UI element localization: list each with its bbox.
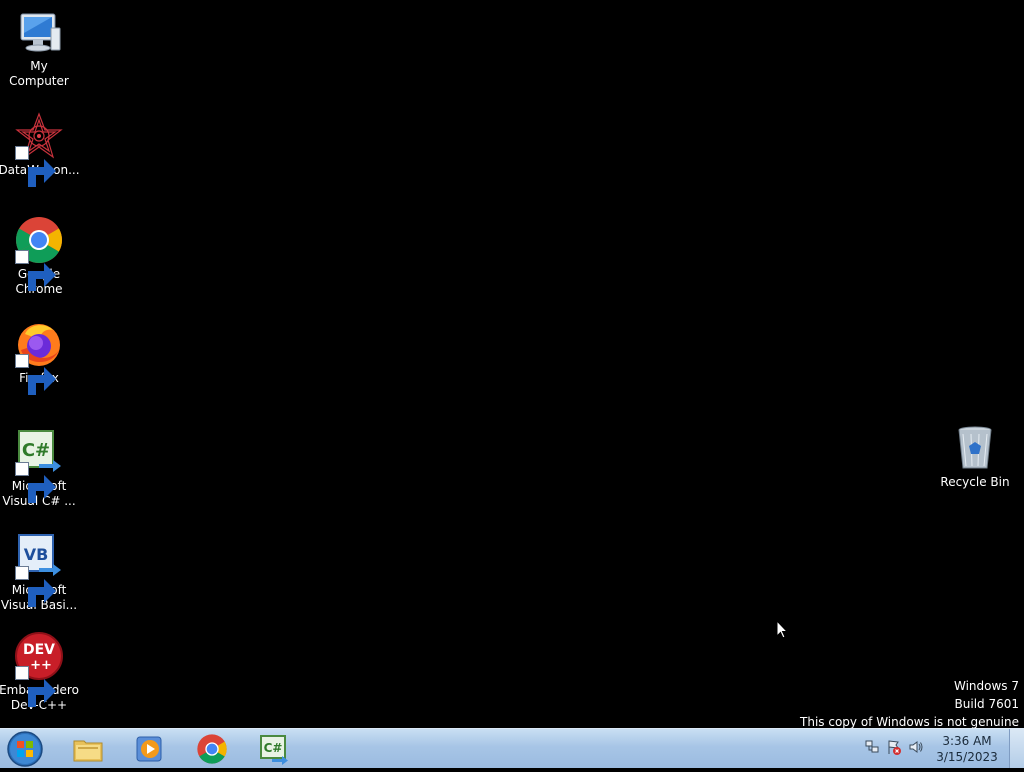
taskbar-item-chrome[interactable] bbox=[186, 731, 238, 767]
visual-csharp-icon: C# bbox=[260, 735, 288, 765]
taskbar-item-media-player[interactable] bbox=[124, 731, 176, 767]
desktop-icon-google-chrome[interactable]: Google Chrome bbox=[0, 216, 78, 297]
mouse-cursor-icon bbox=[776, 619, 789, 640]
firefox-icon bbox=[15, 320, 63, 395]
watermark-os: Windows 7 bbox=[953, 679, 1019, 693]
network-icon[interactable] bbox=[864, 739, 880, 755]
action-center-flag-icon[interactable] bbox=[886, 739, 902, 755]
shortcut-arrow-icon bbox=[15, 666, 56, 707]
desktop: My Computer DataWagon... bbox=[0, 0, 1024, 731]
taskbar-item-windows-explorer[interactable] bbox=[62, 731, 114, 767]
desktop-icon-visual-csharp[interactable]: C# Microsoft Visual C# ... bbox=[0, 428, 78, 509]
shortcut-arrow-icon bbox=[15, 146, 56, 187]
visual-basic-icon: VB bbox=[15, 532, 63, 607]
recycle-bin-icon bbox=[951, 424, 999, 472]
desktop-icon-label: My Computer bbox=[9, 59, 69, 88]
desktop-icon-recycle-bin[interactable]: Recycle Bin bbox=[936, 424, 1014, 490]
media-player-icon bbox=[136, 736, 162, 762]
desktop-icon-devcpp[interactable]: DEV ++ Embarcadero Dev-C++ bbox=[0, 632, 79, 713]
computer-icon bbox=[15, 8, 63, 56]
devcpp-icon: DEV ++ bbox=[15, 632, 63, 707]
show-desktop-button[interactable] bbox=[1009, 729, 1024, 768]
desktop-icon-firefox[interactable]: Firefox bbox=[0, 320, 78, 395]
shortcut-arrow-icon bbox=[15, 462, 56, 503]
vb-glyph: VB bbox=[24, 545, 49, 564]
watermark-build: Build 7601 bbox=[954, 697, 1019, 711]
folder-icon bbox=[73, 740, 103, 762]
dev-glyph: DEV bbox=[23, 642, 55, 658]
windows-watermark: Windows 7 Build 7601 This copy of Window… bbox=[800, 677, 1019, 731]
desktop-icon-label: Recycle Bin bbox=[940, 475, 1010, 489]
clock-date: 3/15/2023 bbox=[936, 750, 998, 764]
taskbar-item-visual-csharp[interactable]: C# bbox=[248, 731, 300, 767]
start-button[interactable] bbox=[4, 729, 46, 769]
chrome-icon bbox=[197, 734, 227, 764]
shortcut-arrow-icon bbox=[15, 250, 56, 291]
desktop-icon-my-computer[interactable]: My Computer bbox=[0, 8, 78, 89]
shortcut-arrow-icon bbox=[15, 354, 56, 395]
shortcut-arrow-icon bbox=[15, 566, 56, 607]
datawagon-icon bbox=[15, 112, 63, 187]
csharp-glyph: C# bbox=[264, 741, 283, 755]
system-tray bbox=[864, 739, 924, 755]
taskbar-clock[interactable]: 3:36 AM 3/15/2023 bbox=[932, 733, 1002, 765]
csharp-glyph: C# bbox=[22, 440, 50, 461]
windows-logo-icon bbox=[7, 731, 43, 767]
desktop-icon-datawagon[interactable]: DataWagon... bbox=[0, 112, 80, 187]
visual-csharp-icon: C# bbox=[15, 428, 63, 503]
clock-time: 3:36 AM bbox=[942, 734, 992, 748]
volume-icon[interactable] bbox=[908, 739, 924, 755]
desktop-icon-visual-basic[interactable]: VB Microsoft Visual Basi... bbox=[0, 532, 78, 613]
taskbar: C# 3:36 AM 3/15/2023 bbox=[0, 728, 1024, 768]
chrome-icon bbox=[15, 216, 63, 291]
